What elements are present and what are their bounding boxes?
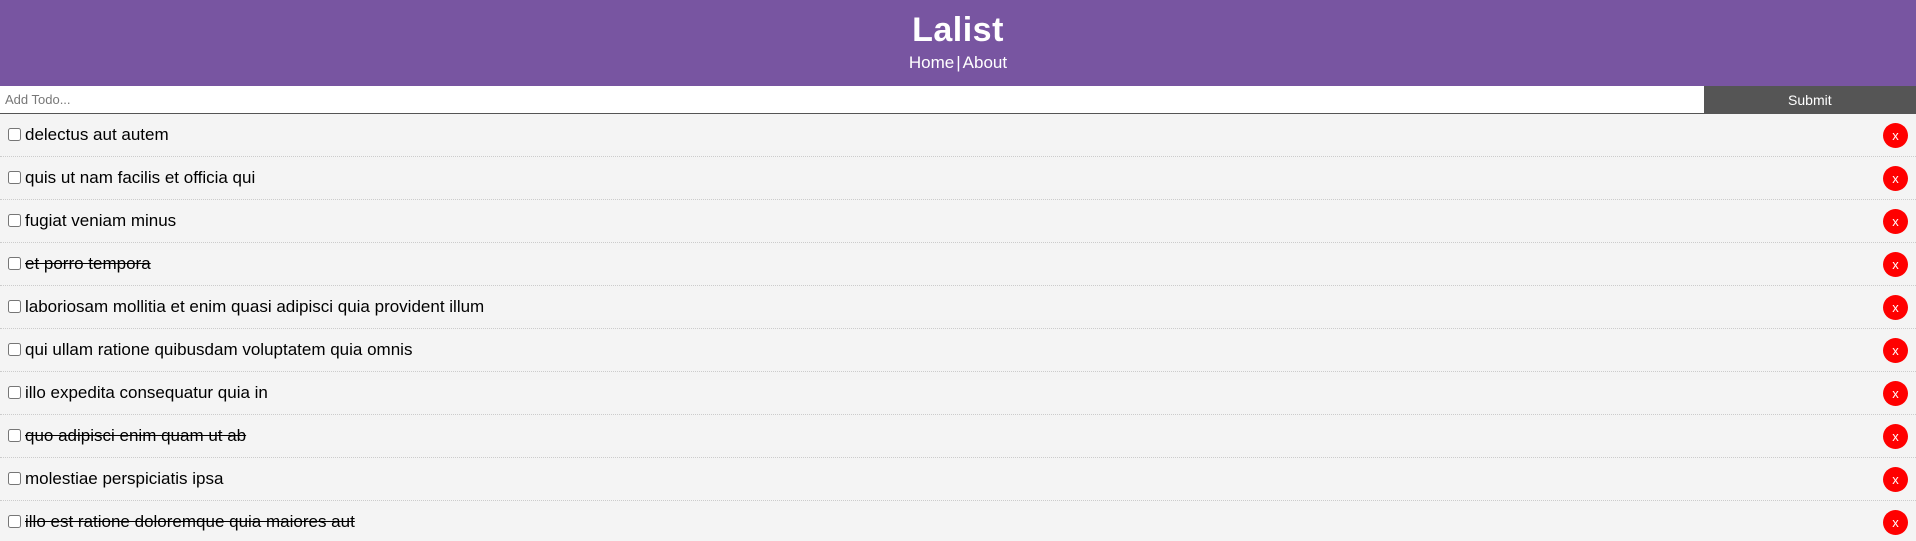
todo-item: illo est ratione doloremque quia maiores… [0, 501, 1916, 541]
todo-item: qui ullam ratione quibusdam voluptatem q… [0, 329, 1916, 372]
todo-label[interactable]: quo adipisci enim quam ut ab [8, 425, 246, 447]
todo-text: illo est ratione doloremque quia maiores… [25, 512, 355, 531]
todo-list: delectus aut autem x quis ut nam facilis… [0, 114, 1916, 541]
nav-about-link[interactable]: About [963, 53, 1007, 72]
delete-button[interactable]: x [1883, 467, 1908, 492]
delete-button[interactable]: x [1883, 209, 1908, 234]
add-todo-input[interactable] [0, 86, 1704, 113]
submit-button[interactable]: Submit [1703, 86, 1916, 113]
add-todo-form: Submit [0, 86, 1916, 114]
delete-button[interactable]: x [1883, 338, 1908, 363]
todo-checkbox[interactable] [8, 299, 21, 313]
todo-label[interactable]: illo est ratione doloremque quia maiores… [8, 511, 355, 533]
todo-item: quo adipisci enim quam ut ab x [0, 415, 1916, 458]
todo-label[interactable]: molestiae perspiciatis ipsa [8, 468, 223, 490]
todo-label[interactable]: quis ut nam facilis et officia qui [8, 167, 255, 189]
app-title: Lalist [912, 11, 1004, 49]
todo-label[interactable]: qui ullam ratione quibusdam voluptatem q… [8, 339, 412, 361]
todo-checkbox[interactable] [8, 170, 21, 184]
todo-text: delectus aut autem [25, 125, 169, 144]
delete-button[interactable]: x [1883, 381, 1908, 406]
todo-checkbox[interactable] [8, 127, 21, 141]
todo-text: quis ut nam facilis et officia qui [25, 168, 256, 187]
todo-label[interactable]: illo expedita consequatur quia in [8, 382, 268, 404]
todo-checkbox[interactable] [8, 385, 21, 399]
todo-label[interactable]: et porro tempora [8, 253, 151, 275]
todo-text: laboriosam mollitia et enim quasi adipis… [25, 297, 485, 316]
todo-item: quis ut nam facilis et officia qui x [0, 157, 1916, 200]
nav-separator: | [956, 53, 961, 72]
todo-checkbox[interactable] [8, 213, 21, 227]
delete-button[interactable]: x [1883, 252, 1908, 277]
todo-text: et porro tempora [25, 254, 151, 273]
todo-checkbox[interactable] [8, 256, 21, 270]
todo-checkbox[interactable] [8, 471, 21, 485]
main-nav: Home | About [0, 52, 1916, 74]
todo-item: laboriosam mollitia et enim quasi adipis… [0, 286, 1916, 329]
todo-text: illo expedita consequatur quia in [25, 383, 268, 402]
delete-button[interactable]: x [1883, 295, 1908, 320]
todo-label[interactable]: laboriosam mollitia et enim quasi adipis… [8, 296, 484, 318]
todo-text: quo adipisci enim quam ut ab [25, 426, 247, 445]
todo-label[interactable]: delectus aut autem [8, 124, 169, 146]
todo-text: qui ullam ratione quibusdam voluptatem q… [25, 340, 413, 359]
todo-checkbox[interactable] [8, 428, 21, 442]
delete-button[interactable]: x [1883, 123, 1908, 148]
todo-label[interactable]: fugiat veniam minus [8, 210, 176, 232]
todo-item: fugiat veniam minus x [0, 200, 1916, 243]
todo-item: delectus aut autem x [0, 114, 1916, 157]
todo-checkbox[interactable] [8, 342, 21, 356]
delete-button[interactable]: x [1883, 166, 1908, 191]
delete-button[interactable]: x [1883, 424, 1908, 449]
delete-button[interactable]: x [1883, 510, 1908, 535]
todo-item: molestiae perspiciatis ipsa x [0, 458, 1916, 501]
todo-text: fugiat veniam minus [25, 211, 177, 230]
nav-home-link[interactable]: Home [909, 53, 954, 72]
app-header: Lalist Home | About [0, 0, 1916, 86]
todo-text: molestiae perspiciatis ipsa [25, 469, 224, 488]
todo-checkbox[interactable] [8, 514, 21, 528]
todo-item: illo expedita consequatur quia in x [0, 372, 1916, 415]
todo-item: et porro tempora x [0, 243, 1916, 286]
